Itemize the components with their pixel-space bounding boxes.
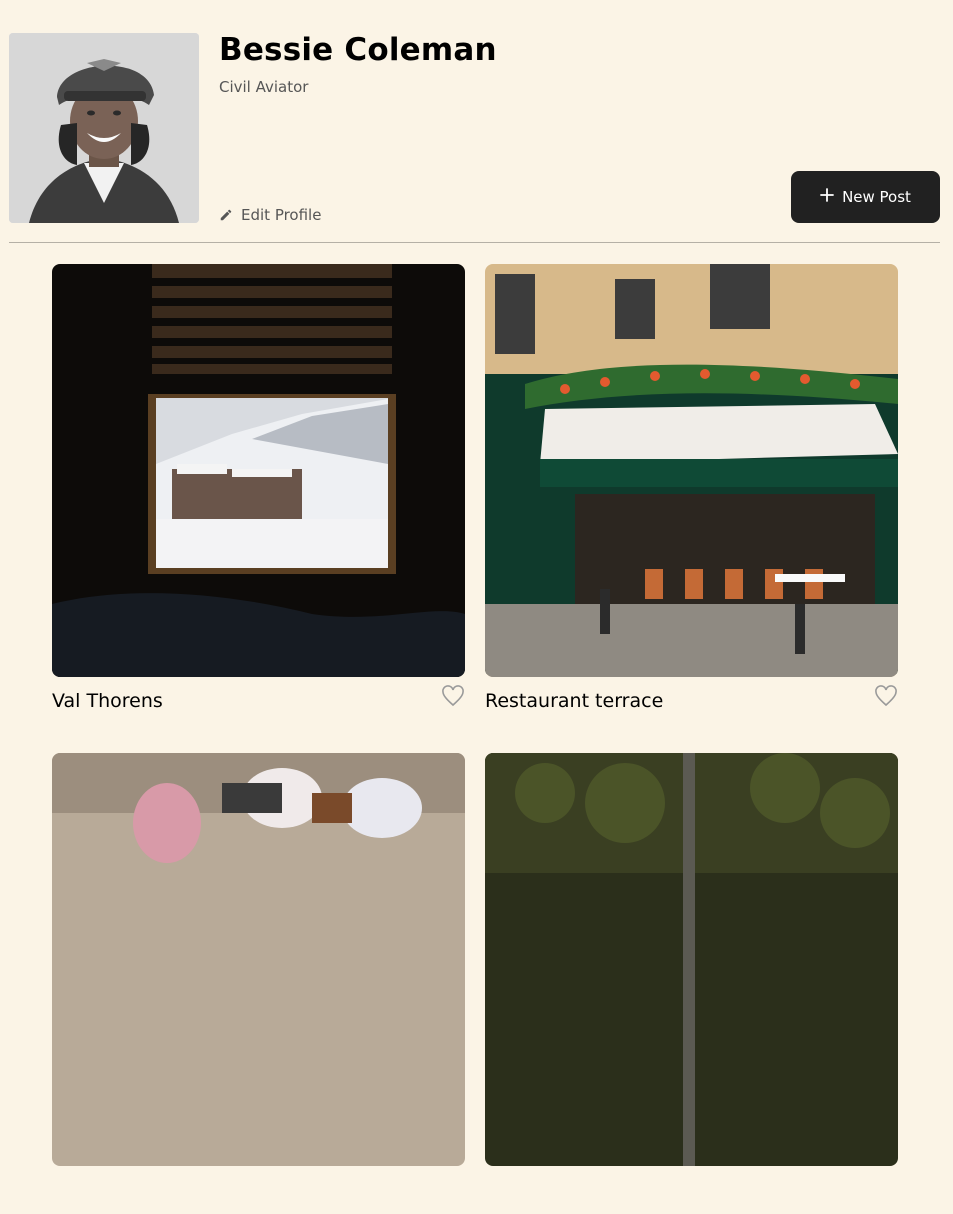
avatar <box>9 33 199 223</box>
like-button[interactable] <box>441 685 465 707</box>
new-post-button[interactable]: New Post <box>791 171 940 223</box>
divider <box>9 242 940 243</box>
plus-icon <box>820 188 834 206</box>
heart-icon <box>441 685 465 711</box>
post-image[interactable] <box>52 753 465 1166</box>
post-card: Val Thorens <box>52 264 465 725</box>
pencil-icon <box>219 208 233 222</box>
post-image[interactable] <box>52 264 465 677</box>
edit-profile-label: Edit Profile <box>241 206 322 224</box>
profile-role: Civil Aviator <box>219 78 309 96</box>
profile-header: Bessie Coleman Civil Aviator Edit Profil… <box>9 32 940 225</box>
post-title: Val Thorens <box>52 690 163 712</box>
post-card <box>52 753 465 1214</box>
post-card <box>485 753 898 1214</box>
new-post-label: New Post <box>842 188 911 206</box>
heart-icon <box>874 685 898 711</box>
like-button[interactable] <box>874 685 898 707</box>
profile-name: Bessie Coleman <box>219 32 497 68</box>
edit-profile-button[interactable]: Edit Profile <box>219 205 321 225</box>
post-card: Restaurant terrace <box>485 264 898 725</box>
post-title: Restaurant terrace <box>485 690 664 712</box>
post-image[interactable] <box>485 264 898 677</box>
post-image[interactable] <box>485 753 898 1166</box>
